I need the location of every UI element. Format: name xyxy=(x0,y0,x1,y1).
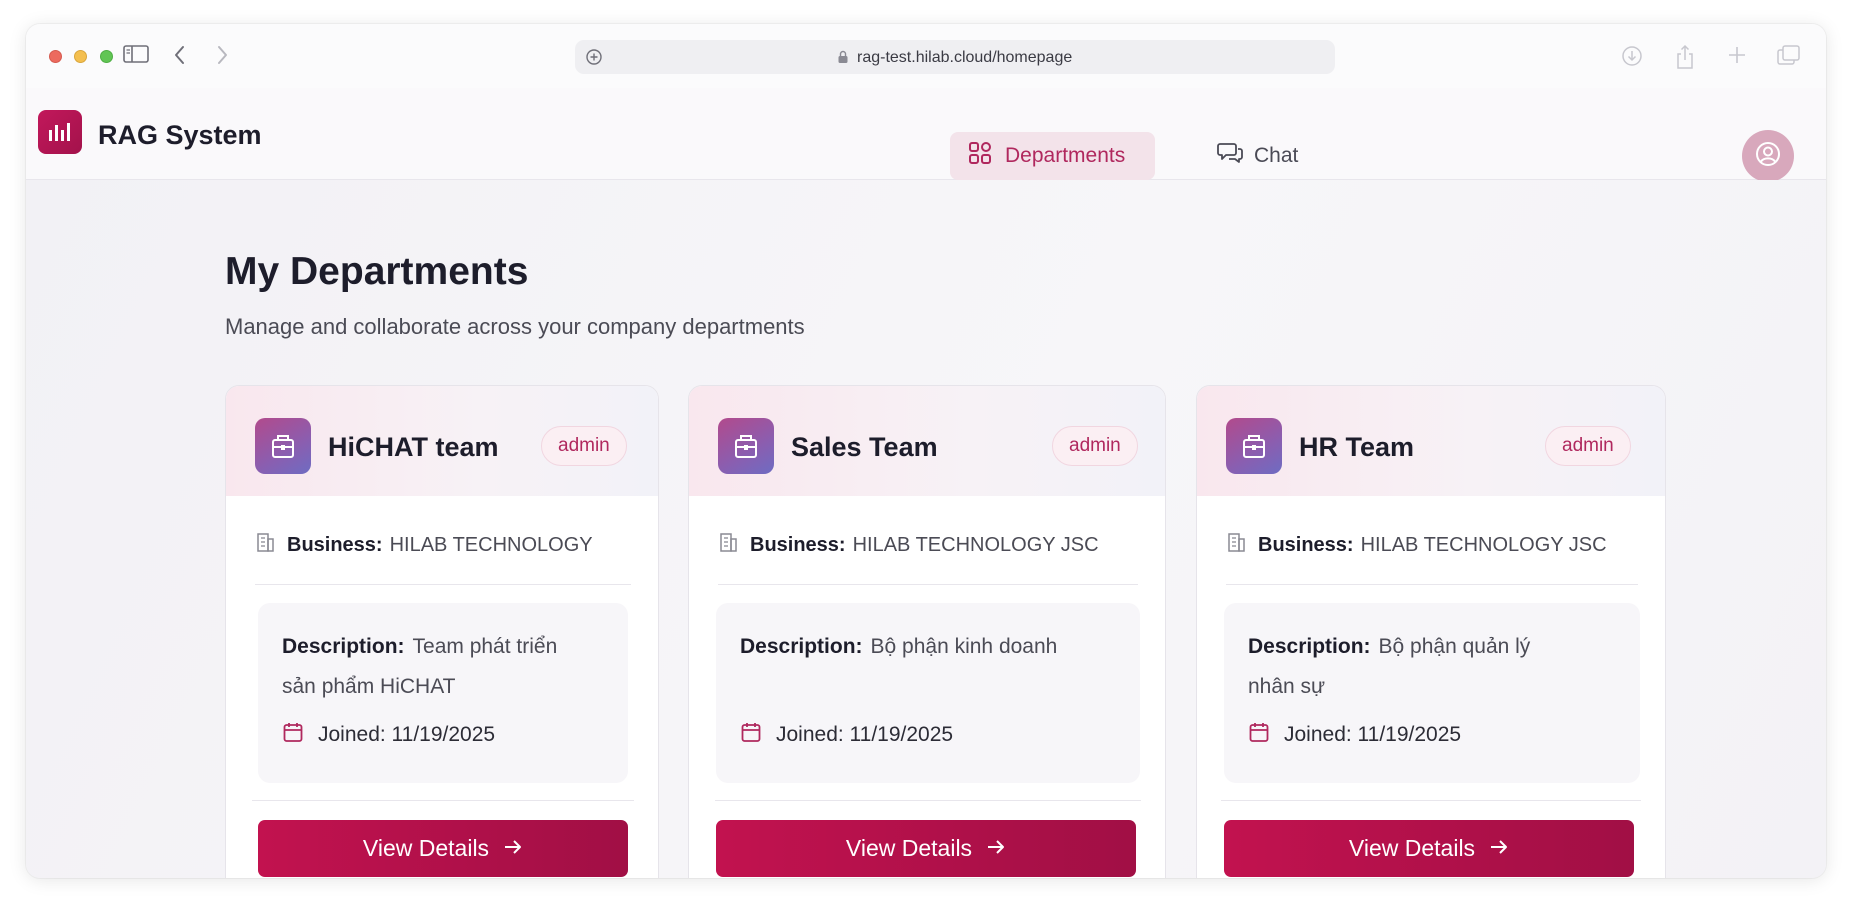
role-badge: admin xyxy=(1545,426,1631,466)
nav-chat-label: Chat xyxy=(1254,144,1299,167)
building-icon xyxy=(1226,418,1282,474)
joined-date: Joined: 11/19/2025 xyxy=(776,723,954,746)
calendar-icon xyxy=(282,721,304,749)
description-line-1: Bộ phận kinh doanh xyxy=(870,635,1058,658)
user-avatar[interactable] xyxy=(1742,130,1794,182)
department-card[interactable]: Sales Team admin Business: HILAB TECHNOL… xyxy=(688,385,1166,878)
office-building-icon xyxy=(1226,531,1246,559)
description-box: Description: Team phát triển sản phẩm HiC… xyxy=(258,603,628,783)
joined-row: Joined: 11/19/2025 xyxy=(282,721,495,749)
description-box: Description: Bộ phận quản lý nhân sự Join… xyxy=(1224,603,1640,783)
divider xyxy=(1226,584,1638,585)
joined-date: Joined: 11/19/2025 xyxy=(318,723,496,746)
minimize-window-button[interactable] xyxy=(74,50,87,63)
business-label: Business: xyxy=(1258,533,1354,556)
back-icon[interactable] xyxy=(172,44,188,66)
calendar-icon xyxy=(1248,721,1270,749)
sidebar-toggle-icon[interactable] xyxy=(123,44,149,64)
description: Description: Team phát triển sản phẩm HiC… xyxy=(282,627,557,707)
department-card[interactable]: HR Team admin Business: HILAB TECHNOLOGY… xyxy=(1196,385,1666,878)
app-logo-icon[interactable] xyxy=(38,110,82,154)
building-icon xyxy=(718,418,774,474)
joined-date: Joined: 11/19/2025 xyxy=(1284,723,1462,746)
page-subtitle: Manage and collaborate across your compa… xyxy=(225,314,805,339)
office-building-icon xyxy=(255,531,275,559)
office-building-icon xyxy=(718,531,738,559)
divider xyxy=(252,800,634,801)
view-details-label: View Details xyxy=(845,835,973,861)
view-details-button[interactable]: View Details xyxy=(716,820,1136,877)
arrow-right-icon xyxy=(503,835,523,862)
arrow-right-icon xyxy=(986,835,1006,862)
joined-row: Joined: 11/19/2025 xyxy=(1248,721,1461,749)
card-header: HiCHAT team admin xyxy=(226,386,658,496)
business-label: Business: xyxy=(750,533,846,556)
page-title: My Departments xyxy=(225,250,529,293)
department-name: Sales Team xyxy=(791,432,938,462)
business-value: HILAB TECHNOLOGY JSC xyxy=(1360,533,1607,556)
grid-icon xyxy=(967,140,993,172)
calendar-icon xyxy=(740,721,762,749)
divider xyxy=(715,800,1141,801)
card-header: Sales Team admin xyxy=(689,386,1165,496)
address-bar[interactable]: rag-test.hilab.cloud/homepage xyxy=(575,40,1335,74)
divider xyxy=(255,584,631,585)
description: Description: Bộ phận kinh doanh xyxy=(740,627,1057,667)
description-label: Description: xyxy=(1248,635,1371,658)
browser-window: rag-test.hilab.cloud/homepage RAG System… xyxy=(26,24,1826,878)
user-circle-icon xyxy=(1754,140,1782,173)
business-value: HILAB TECHNOLOGY JSC xyxy=(852,533,1099,556)
description-label: Description: xyxy=(282,635,405,658)
lock-icon xyxy=(837,50,849,69)
description-line-1: Bộ phận quản lý xyxy=(1378,635,1531,658)
tab-overview-icon[interactable] xyxy=(1776,44,1802,73)
new-tab-plus-icon[interactable] xyxy=(585,48,603,71)
business-label: Business: xyxy=(287,533,383,556)
chat-bubbles-icon xyxy=(1216,140,1244,172)
business-row: Business: HILAB TECHNOLOGY xyxy=(255,531,593,559)
forward-icon[interactable] xyxy=(214,44,230,66)
nav-chat[interactable]: Chat xyxy=(1216,132,1298,180)
description-line-1: Team phát triển xyxy=(412,635,558,658)
business-row: Business: HILAB TECHNOLOGY JSC xyxy=(1226,531,1607,559)
app-header: RAG System Departments Chat xyxy=(26,88,1826,182)
main-content: My Departments Manage and collaborate ac… xyxy=(26,180,1826,878)
department-name: HiCHAT team xyxy=(328,432,499,462)
role-badge: admin xyxy=(1052,426,1138,466)
role-badge: admin xyxy=(541,426,627,466)
description-box: Description: Bộ phận kinh doanh Joined: 1… xyxy=(716,603,1140,783)
divider xyxy=(1221,800,1641,801)
view-details-label: View Details xyxy=(362,835,490,861)
new-tab-icon[interactable] xyxy=(1726,44,1748,71)
url-text: rag-test.hilab.cloud/homepage xyxy=(857,49,1073,66)
joined-row: Joined: 11/19/2025 xyxy=(740,721,953,749)
browser-toolbar: rag-test.hilab.cloud/homepage xyxy=(26,24,1826,88)
view-details-button[interactable]: View Details xyxy=(258,820,628,877)
description-label: Description: xyxy=(740,635,863,658)
app-brand[interactable]: RAG System xyxy=(98,120,262,151)
description-line-2: sản phẩm HiCHAT xyxy=(282,675,456,698)
department-name: HR Team xyxy=(1299,432,1415,462)
nav-departments-label: Departments xyxy=(1005,144,1126,167)
business-value: HILAB TECHNOLOGY xyxy=(389,533,593,556)
building-icon xyxy=(255,418,311,474)
view-details-label: View Details xyxy=(1348,835,1476,861)
share-icon[interactable] xyxy=(1674,44,1696,75)
downloads-icon[interactable] xyxy=(1620,44,1644,73)
zoom-window-button[interactable] xyxy=(100,50,113,63)
description: Description: Bộ phận quản lý nhân sự xyxy=(1248,627,1530,707)
department-card[interactable]: HiCHAT team admin Business: HILAB TECHNO… xyxy=(225,385,659,878)
description-line-2: nhân sự xyxy=(1248,675,1326,698)
business-row: Business: HILAB TECHNOLOGY JSC xyxy=(718,531,1099,559)
card-header: HR Team admin xyxy=(1197,386,1665,496)
divider xyxy=(718,584,1138,585)
arrow-right-icon xyxy=(1489,835,1509,862)
nav-departments[interactable]: Departments xyxy=(950,132,1155,180)
close-window-button[interactable] xyxy=(49,50,62,63)
view-details-button[interactable]: View Details xyxy=(1224,820,1634,877)
